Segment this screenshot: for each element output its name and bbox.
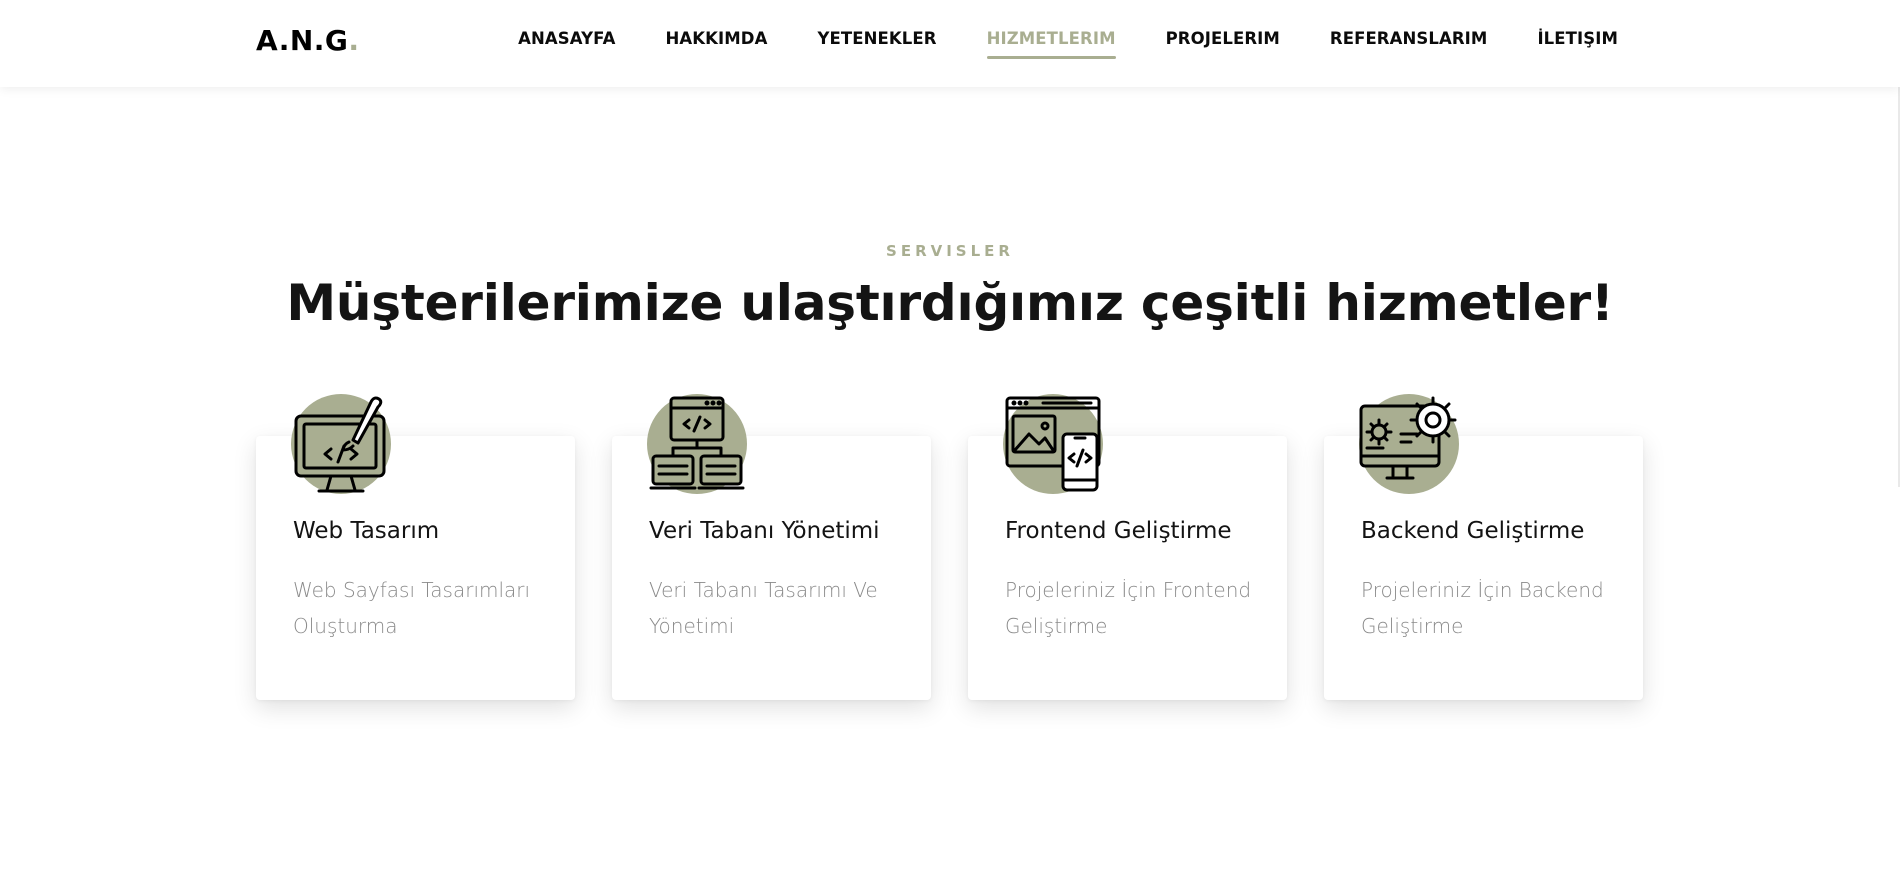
frontend-development-icon <box>1003 394 1103 494</box>
card-description-line: Projeleriniz İçin Backend <box>1361 578 1604 602</box>
services-card-list: Web Tasarım Web Sayfası Tasarımları Oluş… <box>256 394 1643 700</box>
service-card-backend[interactable]: Backend Geliştirme Projeleriniz İçin Bac… <box>1324 394 1643 700</box>
nav-item-hizmetlerim[interactable]: HIZMETLERIM <box>986 29 1116 59</box>
card-title: Frontend Geliştirme <box>1005 518 1232 544</box>
card-description-line: Oluşturma <box>293 614 398 638</box>
backend-development-icon <box>1359 394 1459 494</box>
logo-dot: . <box>348 24 360 57</box>
nav-item-iletisim[interactable]: İLETIŞIM <box>1537 29 1618 48</box>
service-card-web-design[interactable]: Web Tasarım Web Sayfası Tasarımları Oluş… <box>256 394 575 700</box>
logo-text: A.N.G <box>256 24 349 57</box>
card-description-line: Veri Tabanı Tasarımı Ve <box>649 578 878 602</box>
card-title: Veri Tabanı Yönetimi <box>649 518 880 544</box>
database-management-icon <box>647 394 747 494</box>
nav-item-projelerim[interactable]: PROJELERIM <box>1166 29 1280 48</box>
web-design-icon <box>291 394 391 494</box>
card-description-line: Web Sayfası Tasarımları <box>293 578 531 602</box>
card-title: Backend Geliştirme <box>1361 518 1585 544</box>
service-card-frontend[interactable]: Frontend Geliştirme Projeleriniz İçin Fr… <box>968 394 1287 700</box>
nav-item-referanslarim[interactable]: REFERANSLARIM <box>1330 29 1488 48</box>
card-description-line: Geliştirme <box>1005 614 1108 638</box>
site-header: A.N.G. ANASAYFA HAKKIMDA YETENEKLER HIZM… <box>0 0 1900 87</box>
card-description: Veri Tabanı Tasarımı Ve Yönetimi <box>649 572 909 644</box>
card-description-line: Projeleriniz İçin Frontend <box>1005 578 1252 602</box>
card-description: Web Sayfası Tasarımları Oluşturma <box>293 572 553 644</box>
nav-item-yetenekler[interactable]: YETENEKLER <box>817 29 936 48</box>
service-card-database[interactable]: Veri Tabanı Yönetimi Veri Tabanı Tasarım… <box>612 394 931 700</box>
site-logo[interactable]: A.N.G. <box>256 24 360 57</box>
nav-item-hakkimda[interactable]: HAKKIMDA <box>665 29 767 48</box>
card-description: Projeleriniz İçin Frontend Geliştirme <box>1005 572 1265 644</box>
card-description: Projeleriniz İçin Backend Geliştirme <box>1361 572 1621 644</box>
section-headline: Müşterilerimize ulaştırdığımız çeşitli h… <box>286 274 1614 332</box>
card-description-line: Geliştirme <box>1361 614 1464 638</box>
section-eyebrow: SERVISLER <box>886 242 1014 260</box>
main-navigation: ANASAYFA HAKKIMDA YETENEKLER HIZMETLERIM… <box>518 29 1618 59</box>
card-title: Web Tasarım <box>293 518 440 544</box>
nav-item-anasayfa[interactable]: ANASAYFA <box>518 29 615 48</box>
card-description-line: Yönetimi <box>649 614 735 638</box>
